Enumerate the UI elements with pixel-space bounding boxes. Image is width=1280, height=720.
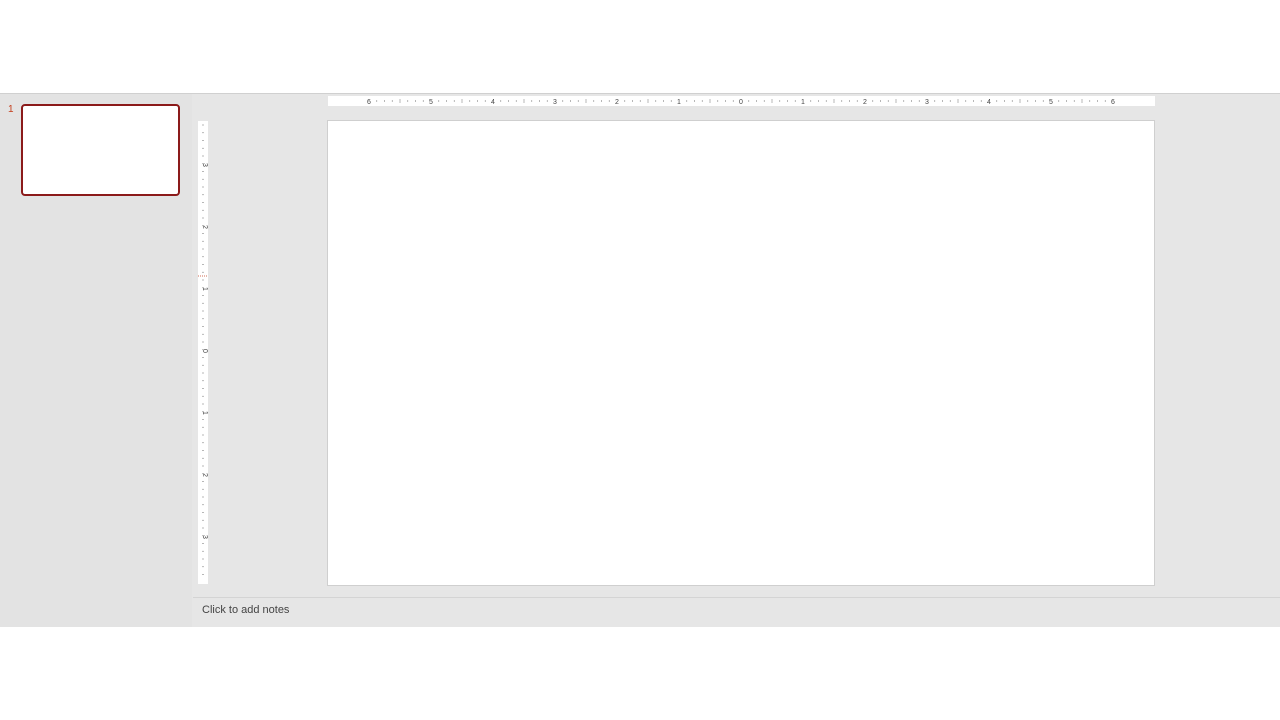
- ruler-tick-label: 5: [1049, 99, 1053, 106]
- ruler-tick-label: 3: [925, 99, 929, 106]
- ruler-tick-label: 6: [367, 99, 371, 106]
- ruler-tick-label: 2: [863, 99, 867, 106]
- notes-pane[interactable]: Click to add notes: [193, 597, 1280, 627]
- vertical-ruler-scale: 3210123: [198, 124, 208, 575]
- ruler-tick-label: 4: [491, 99, 495, 106]
- ruler-tick-label: 0: [739, 99, 743, 106]
- ruler-tick-label: 1: [801, 99, 805, 106]
- horizontal-ruler[interactable]: 6 5 4 3 2 1 0 1 2 3 4 5 6: [328, 96, 1155, 106]
- ruler-tick-label: 5: [429, 99, 433, 106]
- ruler-tick-label: 3: [553, 99, 557, 106]
- ruler-tick-label: 2: [615, 99, 619, 106]
- ruler-tick-label: 4: [987, 99, 991, 106]
- slide-canvas[interactable]: [327, 120, 1155, 586]
- ruler-tick-label: 1: [677, 99, 681, 106]
- window-bottom-blank: [0, 627, 1280, 720]
- slide-thumbnail-1[interactable]: [21, 104, 180, 196]
- slide-number-label: 1: [8, 104, 14, 115]
- window-top-blank: [0, 0, 1280, 93]
- notes-placeholder[interactable]: Click to add notes: [202, 604, 289, 616]
- slide-thumbnail-pane[interactable]: 1: [0, 94, 192, 627]
- ruler-tick-label: 6: [1111, 99, 1115, 106]
- powerpoint-workspace: 1 6543210123456 3210123 Click to add not…: [0, 93, 1280, 627]
- horizontal-ruler-scale: 6 5 4 3 2 1 0 1 2 3 4 5 6: [367, 99, 1115, 106]
- slide-editing-pane[interactable]: 6543210123456 3210123: [193, 94, 1280, 598]
- vertical-ruler[interactable]: 3210123: [198, 121, 208, 584]
